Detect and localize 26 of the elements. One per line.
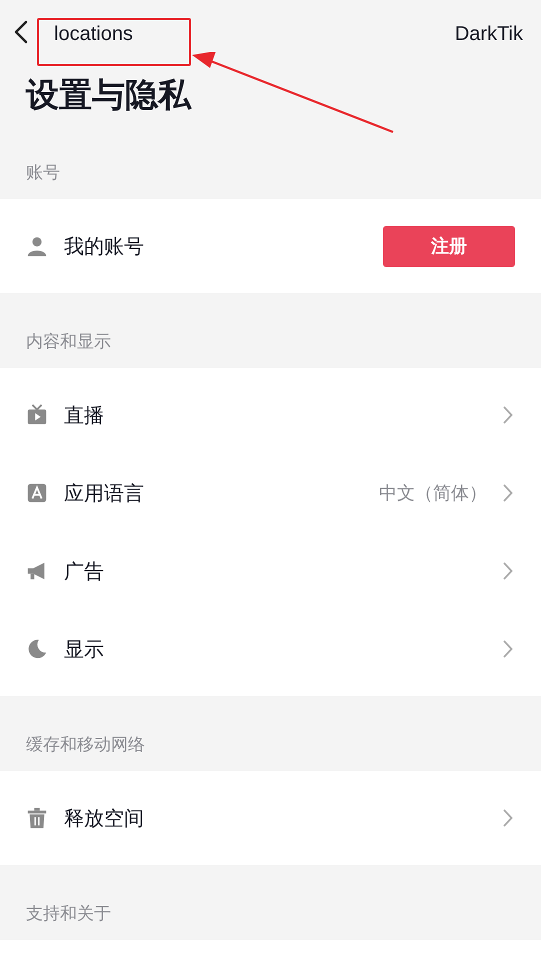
nav-title: locations xyxy=(54,22,134,46)
moon-icon xyxy=(26,638,48,660)
section-header: 账号 xyxy=(25,162,61,185)
row-label: 显示 xyxy=(64,636,105,662)
tv-icon xyxy=(26,404,48,426)
letter-icon xyxy=(26,482,48,504)
section-header: 内容和显示 xyxy=(25,331,112,354)
chevron-icon[interactable] xyxy=(503,406,513,424)
row-label: 应用语言 xyxy=(64,480,145,506)
row-label: 我的账号 xyxy=(64,232,145,260)
page-title: 设置与隐私 xyxy=(26,74,191,116)
row-label: 释放空间 xyxy=(64,804,145,832)
register-button[interactable]: 注册 xyxy=(383,226,515,266)
person-icon xyxy=(26,235,48,257)
chevron-icon[interactable] xyxy=(503,484,513,502)
row-label: 直播 xyxy=(64,402,105,428)
row-value: 中文（简体） xyxy=(379,482,487,505)
back-icon[interactable] xyxy=(14,20,28,44)
chevron-icon[interactable] xyxy=(503,562,513,580)
section-header: 支持和关于 xyxy=(25,903,112,926)
section-header: 缓存和移动网络 xyxy=(25,734,146,757)
app-name: DarkTik xyxy=(454,22,523,46)
chevron-icon[interactable] xyxy=(503,640,513,658)
row-label: 广告 xyxy=(64,558,105,584)
trash-icon xyxy=(26,807,48,829)
chevron-icon[interactable] xyxy=(503,809,513,827)
